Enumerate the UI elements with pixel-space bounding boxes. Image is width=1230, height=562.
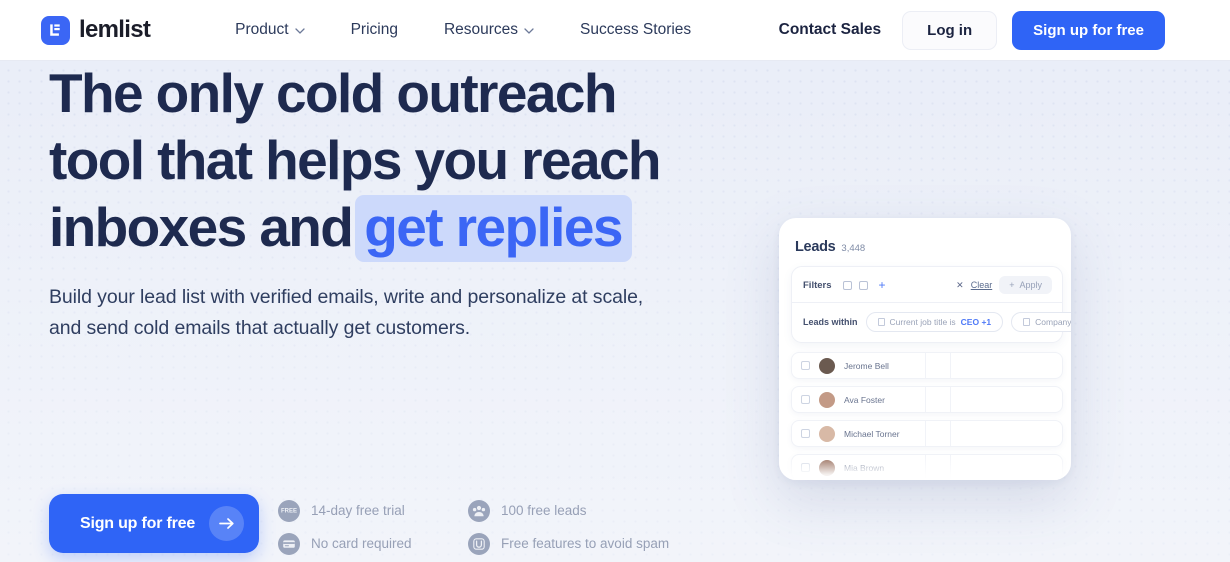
table-row[interactable]: Ava Foster — [791, 386, 1063, 413]
main-nav: Product Pricing Resources Success Storie… — [212, 21, 714, 39]
close-icon[interactable]: ✕ — [956, 280, 964, 291]
mockup-lead-count: 3,448 — [841, 243, 866, 254]
chip-field-icon — [877, 318, 885, 326]
feature-item-avoid-spam: Free features to avoid spam — [468, 527, 669, 560]
chevron-down-icon — [294, 28, 305, 34]
cell-divider — [950, 455, 951, 480]
mockup-lead-rows: Jerome Bell Ava Foster Michael Torner Mi… — [791, 352, 1063, 480]
cell-divider — [950, 421, 951, 446]
cell-divider — [925, 387, 926, 412]
cell-divider — [925, 421, 926, 446]
credit-card-icon — [278, 532, 300, 555]
cell-divider — [950, 387, 951, 412]
headline-highlight: get replies — [355, 195, 632, 262]
page-title: The only cold outreach tool that helps y… — [49, 60, 709, 262]
avatar — [819, 459, 835, 476]
mockup-filters-row: Filters + ✕ Clear + Apply — [803, 276, 1052, 294]
add-filter-icon[interactable]: + — [879, 279, 886, 291]
hero-copy: The only cold outreach tool that helps y… — [49, 60, 709, 343]
mockup-filters-panel: Filters + ✕ Clear + Apply Leads within C… — [791, 266, 1071, 343]
mockup-filter-actions: ✕ Clear + Apply — [956, 276, 1052, 294]
table-row[interactable]: Mia Brown — [791, 454, 1063, 480]
avatar — [819, 357, 835, 374]
filter-chip-company-name[interactable]: Company name — [1011, 312, 1071, 332]
chip-company-name-text: Company name — [1035, 317, 1071, 327]
feature-item-no-card: No card required — [278, 527, 468, 560]
feature-item-free-leads: 100 free leads — [468, 494, 658, 527]
nav-item-product[interactable]: Product — [212, 21, 327, 39]
feature-list: FREE 14-day free trial 100 free leads No… — [278, 494, 669, 560]
login-button[interactable]: Log in — [902, 10, 998, 50]
cell-divider — [950, 353, 951, 378]
hero-cta: Sign up for free — [49, 494, 260, 553]
feature-label-free-trial: 14-day free trial — [311, 503, 405, 518]
nav-label-pricing: Pricing — [350, 21, 398, 38]
leads-within-rest: within — [831, 317, 858, 327]
clear-filters-link[interactable]: Clear — [971, 280, 993, 290]
headline-line-3: inboxes and — [49, 196, 354, 258]
mockup-filter-chips-row: Leads within Current job title is CEO +1… — [803, 312, 1071, 332]
chevron-down-icon — [524, 28, 534, 34]
feature-label-avoid-spam: Free features to avoid spam — [501, 536, 670, 551]
save-filter-icon[interactable] — [842, 280, 852, 290]
table-row[interactable]: Michael Torner — [791, 420, 1063, 447]
cell-divider — [925, 353, 926, 378]
mockup-filters-label: Filters — [803, 279, 832, 291]
feature-label-free-leads: 100 free leads — [501, 503, 587, 518]
nav-label-resources: Resources — [443, 21, 519, 38]
landing-page: lemlist Product Pricing Resources Succes… — [0, 0, 1230, 562]
nav-item-pricing[interactable]: Pricing — [328, 21, 421, 39]
lead-name: Mia Brown — [844, 462, 885, 473]
arrow-right-icon — [209, 506, 245, 541]
free-badge-icon: FREE — [278, 499, 300, 522]
contact-sales-link[interactable]: Contact Sales — [779, 21, 882, 39]
panel-divider — [792, 302, 1062, 303]
chip-job-title-text: Current job title is — [889, 317, 956, 327]
mockup-header: Leads 3,448 — [795, 239, 1071, 255]
brand-logo[interactable]: lemlist — [41, 15, 151, 45]
app-mockup-card: Leads 3,448 Filters + ✕ Clear + Apply Le… — [779, 218, 1071, 480]
nav-label-product: Product — [235, 21, 289, 38]
row-checkbox[interactable] — [801, 395, 810, 404]
feature-label-no-card: No card required — [311, 536, 412, 551]
headline-line-2: tool that helps you reach — [49, 129, 662, 191]
lemlist-logo-icon — [41, 15, 70, 45]
row-checkbox[interactable] — [801, 463, 810, 472]
avatar — [819, 391, 835, 408]
leads-group-icon — [468, 499, 490, 522]
headline-line-1: The only cold outreach — [49, 62, 617, 124]
hero-subheading: Build your lead list with verified email… — [49, 286, 644, 339]
table-row[interactable]: Jerome Bell — [791, 352, 1063, 379]
row-checkbox[interactable] — [801, 429, 810, 438]
plus-icon: + — [1009, 280, 1015, 290]
row-checkbox[interactable] — [801, 361, 810, 370]
cell-divider — [925, 455, 926, 480]
nav-item-resources[interactable]: Resources — [421, 21, 557, 39]
chip-field-icon — [1023, 318, 1031, 326]
leads-within-label: Leads within — [803, 317, 858, 327]
signup-button-hero-label: Sign up for free — [80, 514, 196, 532]
header-actions: Contact Sales Log in Sign up for free — [779, 10, 1165, 50]
signup-button-header[interactable]: Sign up for free — [1012, 10, 1165, 50]
feature-item-free-trial: FREE 14-day free trial — [278, 494, 468, 527]
nav-label-success-stories: Success Stories — [580, 21, 692, 38]
leads-within-strong: Leads — [803, 317, 830, 327]
nav-item-success-stories[interactable]: Success Stories — [557, 21, 714, 39]
unsubscribe-icon — [468, 532, 490, 555]
apply-filters-button[interactable]: + Apply — [999, 276, 1052, 294]
filter-chip-job-title[interactable]: Current job title is CEO +1 — [865, 312, 1004, 332]
brand-name: lemlist — [79, 16, 151, 43]
mockup-title: Leads — [795, 239, 836, 255]
lead-name: Michael Torner — [844, 428, 900, 439]
lead-name: Ava Foster — [844, 394, 885, 405]
lead-name: Jerome Bell — [844, 360, 889, 371]
site-header: lemlist Product Pricing Resources Succes… — [0, 0, 1230, 61]
mockup-filter-tools: + — [842, 279, 886, 291]
avatar — [819, 425, 835, 442]
chip-job-title-value: CEO +1 — [960, 317, 992, 327]
load-filter-icon[interactable] — [858, 280, 868, 290]
svg-text:FREE: FREE — [281, 508, 297, 514]
signup-button-hero[interactable]: Sign up for free — [49, 494, 260, 553]
apply-label: Apply — [1019, 280, 1042, 290]
